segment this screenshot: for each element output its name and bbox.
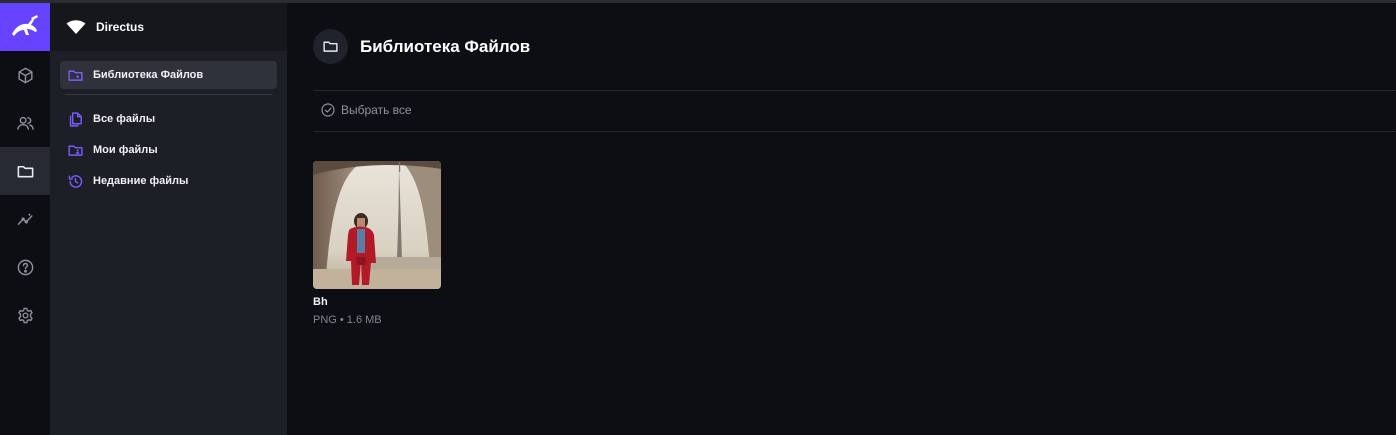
check-circle-icon [321, 103, 335, 117]
module-settings[interactable] [0, 291, 50, 339]
nav-list: Библиотека Файлов Все файлы Мои файлы Не… [50, 51, 287, 195]
file-meta: PNG • 1.6 MB [313, 314, 382, 326]
module-file-library[interactable] [0, 147, 50, 195]
page-header: Библиотека Файлов [287, 3, 1396, 90]
folder-user-icon [66, 141, 84, 159]
nav-item-label: Библиотека Файлов [93, 69, 204, 81]
folder-icon [17, 165, 33, 177]
file-title: Bh [313, 296, 328, 308]
nav-item-file-library[interactable]: Библиотека Файлов [60, 61, 277, 89]
folder-icon [313, 29, 348, 64]
select-all-label: Выбрать все [341, 103, 412, 117]
nav-item-label: Недавние файлы [93, 175, 189, 187]
insights-icon [17, 212, 33, 225]
file-card[interactable]: Bh PNG • 1.6 MB [313, 161, 441, 326]
project-header[interactable]: Directus [50, 3, 287, 51]
help-icon [17, 259, 33, 275]
module-bar [0, 3, 50, 435]
folder-special-icon [66, 66, 84, 84]
page-title: Библиотека Файлов [360, 36, 531, 56]
navigation-panel: Directus Библиотека Файлов Все файлы Мои… [50, 3, 287, 435]
users-icon [16, 116, 34, 130]
module-content[interactable] [0, 51, 50, 99]
settings-icon [17, 307, 33, 323]
cube-icon [17, 67, 33, 83]
nav-divider [65, 94, 272, 95]
toolbar-divider [313, 131, 1396, 132]
rabbit-logo-icon [12, 15, 38, 36]
module-insights[interactable] [0, 195, 50, 243]
module-user-directory[interactable] [0, 99, 50, 147]
file-thumbnail[interactable] [313, 161, 441, 289]
nav-item-my-files[interactable]: Мои файлы [60, 136, 277, 164]
directus-logo[interactable] [0, 3, 50, 51]
main-content: Библиотека Файлов Выбрать все Bh PNG • 1… [287, 3, 1396, 435]
files-icon [66, 110, 84, 128]
select-all-button[interactable]: Выбрать все [320, 102, 412, 118]
nav-item-all-files[interactable]: Все файлы [60, 105, 277, 133]
module-help[interactable] [0, 243, 50, 291]
nav-item-recent-files[interactable]: Недавние файлы [60, 167, 277, 195]
project-name: Directus [96, 20, 145, 34]
wifi-icon [66, 19, 86, 34]
header-divider [313, 90, 1396, 91]
nav-item-label: Мои файлы [93, 144, 158, 156]
history-icon [66, 172, 84, 190]
nav-item-label: Все файлы [93, 113, 156, 125]
